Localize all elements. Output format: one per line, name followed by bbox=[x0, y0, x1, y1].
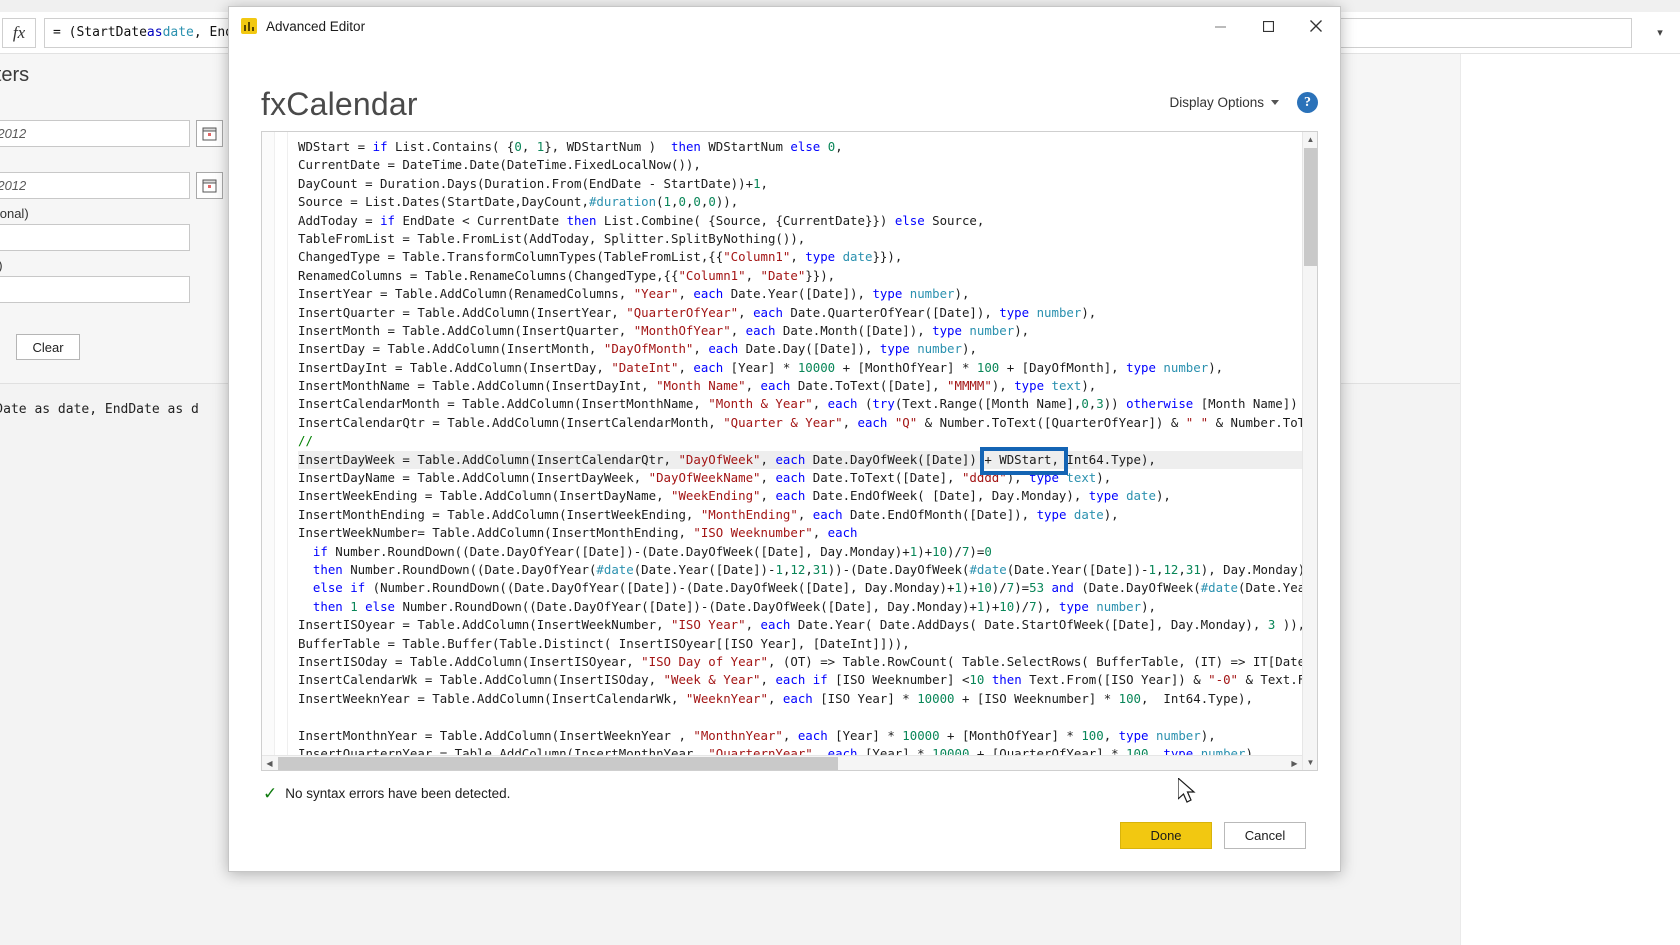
code-line: TableFromList = Table.FromList(AddToday,… bbox=[298, 230, 806, 246]
code-line: InsertCalendarWk = Table.AddColumn(Inser… bbox=[298, 672, 1317, 688]
help-icon[interactable]: ? bbox=[1297, 92, 1318, 113]
display-options-dropdown[interactable]: Display Options bbox=[1169, 95, 1279, 110]
scroll-down-arrow-icon[interactable]: ▼ bbox=[1303, 755, 1317, 770]
editor-gutter-outer bbox=[262, 132, 275, 770]
syntax-status-text: No syntax errors have been detected. bbox=[285, 785, 511, 801]
code-text-area[interactable]: WDStart = if List.Contains( {0, 1}, WDSt… bbox=[288, 132, 1317, 770]
header-actions: Display Options ? bbox=[1169, 92, 1318, 123]
code-line: RenamedColumns = Table.RenameColumns(Cha… bbox=[298, 267, 836, 283]
horizontal-scroll-thumb[interactable] bbox=[278, 757, 838, 770]
code-line: DayCount = Duration.Days(Duration.From(E… bbox=[298, 175, 768, 191]
scroll-left-arrow-icon[interactable]: ◀ bbox=[262, 756, 277, 770]
dialog-title: Advanced Editor bbox=[266, 18, 366, 34]
code-editor[interactable]: WDStart = if List.Contains( {0, 1}, WDSt… bbox=[261, 131, 1318, 771]
code-line: InsertDay = Table.AddColumn(InsertMonth,… bbox=[298, 341, 977, 357]
code-line: InsertQuarter = Table.AddColumn(InsertYe… bbox=[298, 304, 1097, 320]
formula-type-date: date bbox=[162, 25, 194, 40]
done-button[interactable]: Done bbox=[1120, 822, 1212, 849]
code-line: BufferTable = Table.Buffer(Table.Distinc… bbox=[298, 635, 910, 651]
formula-prefix: = (StartDate bbox=[53, 25, 147, 40]
code-line: then 1 else Number.RoundDown((Date.DayOf… bbox=[312, 598, 1156, 614]
fy-start-month-label: th (optional) bbox=[0, 206, 29, 221]
cancel-button[interactable]: Cancel bbox=[1224, 822, 1306, 849]
code-line: InsertWeekNumber= Table.AddColumn(Insert… bbox=[298, 525, 858, 541]
code-line: InsertMonthEnding = Table.AddColumn(Inse… bbox=[298, 506, 1119, 522]
optional-input[interactable] bbox=[0, 276, 190, 303]
background-right-pane bbox=[1460, 54, 1680, 945]
code-line: else if (Number.RoundDown((Date.DayOfYea… bbox=[312, 580, 1317, 596]
minimize-button[interactable] bbox=[1196, 7, 1244, 45]
start-date-input[interactable]: 21-3-2012 bbox=[0, 120, 190, 147]
advanced-editor-dialog: Advanced Editor fxCalendar Display Optio… bbox=[228, 6, 1341, 872]
code-line: InsertISOyear = Table.AddColumn(InsertWe… bbox=[298, 617, 1306, 633]
calendar-icon-end[interactable] bbox=[196, 172, 223, 199]
check-mark-icon: ✓ bbox=[263, 783, 278, 803]
code-line: InsertWeekEnding = Table.AddColumn(Inser… bbox=[298, 488, 1171, 504]
fy-start-month-input[interactable]: 23 bbox=[0, 224, 190, 251]
dialog-header: fxCalendar Display Options ? bbox=[229, 45, 1340, 123]
parameters-title: meters bbox=[0, 64, 30, 86]
close-button[interactable] bbox=[1292, 7, 1340, 45]
code-line: ChangedType = Table.TransformColumnTypes… bbox=[298, 249, 903, 265]
code-line: InsertDayInt = Table.AddColumn(InsertDay… bbox=[298, 359, 1224, 375]
code-line: InsertMonthnYear = Table.AddColumn(Inser… bbox=[298, 727, 1216, 743]
code-line: InsertYear = Table.AddColumn(RenamedColu… bbox=[298, 286, 970, 302]
end-date-input[interactable]: 21-3-2012 bbox=[0, 172, 190, 199]
code-line: if Number.RoundDown((Date.DayOfYear([Dat… bbox=[312, 543, 992, 559]
syntax-status-row: ✓ No syntax errors have been detected. bbox=[229, 771, 1340, 805]
code-line: InsertCalendarMonth = Table.AddColumn(In… bbox=[298, 396, 1313, 412]
power-bi-icon bbox=[241, 18, 257, 34]
code-line: InsertMonth = Table.AddColumn(InsertQuar… bbox=[298, 322, 1030, 338]
optional-label: ptional) bbox=[0, 258, 3, 273]
query-name-title: fxCalendar bbox=[261, 86, 418, 122]
clear-button[interactable]: Clear bbox=[16, 334, 80, 360]
display-options-label: Display Options bbox=[1169, 95, 1264, 110]
window-controls bbox=[1196, 7, 1340, 45]
function-signature-preview: tartDate as date, EndDate as d bbox=[0, 402, 199, 417]
horizontal-scrollbar[interactable]: ◀ ▶ bbox=[262, 755, 1302, 770]
scroll-right-arrow-icon[interactable]: ▶ bbox=[1287, 756, 1302, 770]
dialog-button-row: Done Cancel bbox=[229, 822, 1340, 871]
calendar-icon-start[interactable] bbox=[196, 120, 223, 147]
code-line: then Number.RoundDown((Date.DayOfYear(#d… bbox=[312, 561, 1317, 577]
maximize-button[interactable] bbox=[1244, 7, 1292, 45]
scroll-up-arrow-icon[interactable]: ▲ bbox=[1303, 132, 1317, 147]
chevron-down-icon[interactable]: ▾ bbox=[1640, 18, 1680, 48]
code-line: InsertISOday = Table.AddColumn(InsertISO… bbox=[298, 653, 1317, 669]
dialog-titlebar[interactable]: Advanced Editor bbox=[229, 7, 1340, 45]
chevron-down-icon bbox=[1271, 100, 1279, 105]
formula-keyword-as: as bbox=[146, 25, 163, 40]
code-line: // bbox=[298, 433, 313, 449]
editor-gutter-inner bbox=[275, 132, 288, 770]
code-line: AddToday = if EndDate < CurrentDate then… bbox=[298, 212, 985, 228]
code-line: InsertDayName = Table.AddColumn(InsertDa… bbox=[298, 470, 1112, 486]
code-line: InsertCalendarQtr = Table.AddColumn(Inse… bbox=[298, 414, 1317, 430]
vertical-scrollbar[interactable]: ▲ ▼ bbox=[1302, 132, 1317, 770]
code-line: InsertMonthName = Table.AddColumn(Insert… bbox=[298, 378, 1097, 394]
fx-icon[interactable]: fx bbox=[2, 17, 36, 48]
code-line: Source = List.Dates(StartDate,DayCount,#… bbox=[298, 194, 739, 210]
code-line: InsertWeeknYear = Table.AddColumn(Insert… bbox=[298, 690, 1253, 706]
code-line: WDStart = if List.Contains( {0, 1}, WDSt… bbox=[298, 139, 843, 154]
code-line: InsertDayWeek = Table.AddColumn(InsertCa… bbox=[298, 450, 1317, 470]
vertical-scroll-thumb[interactable] bbox=[1304, 148, 1317, 266]
code-line: CurrentDate = DateTime.Date(DateTime.Fix… bbox=[298, 157, 701, 173]
